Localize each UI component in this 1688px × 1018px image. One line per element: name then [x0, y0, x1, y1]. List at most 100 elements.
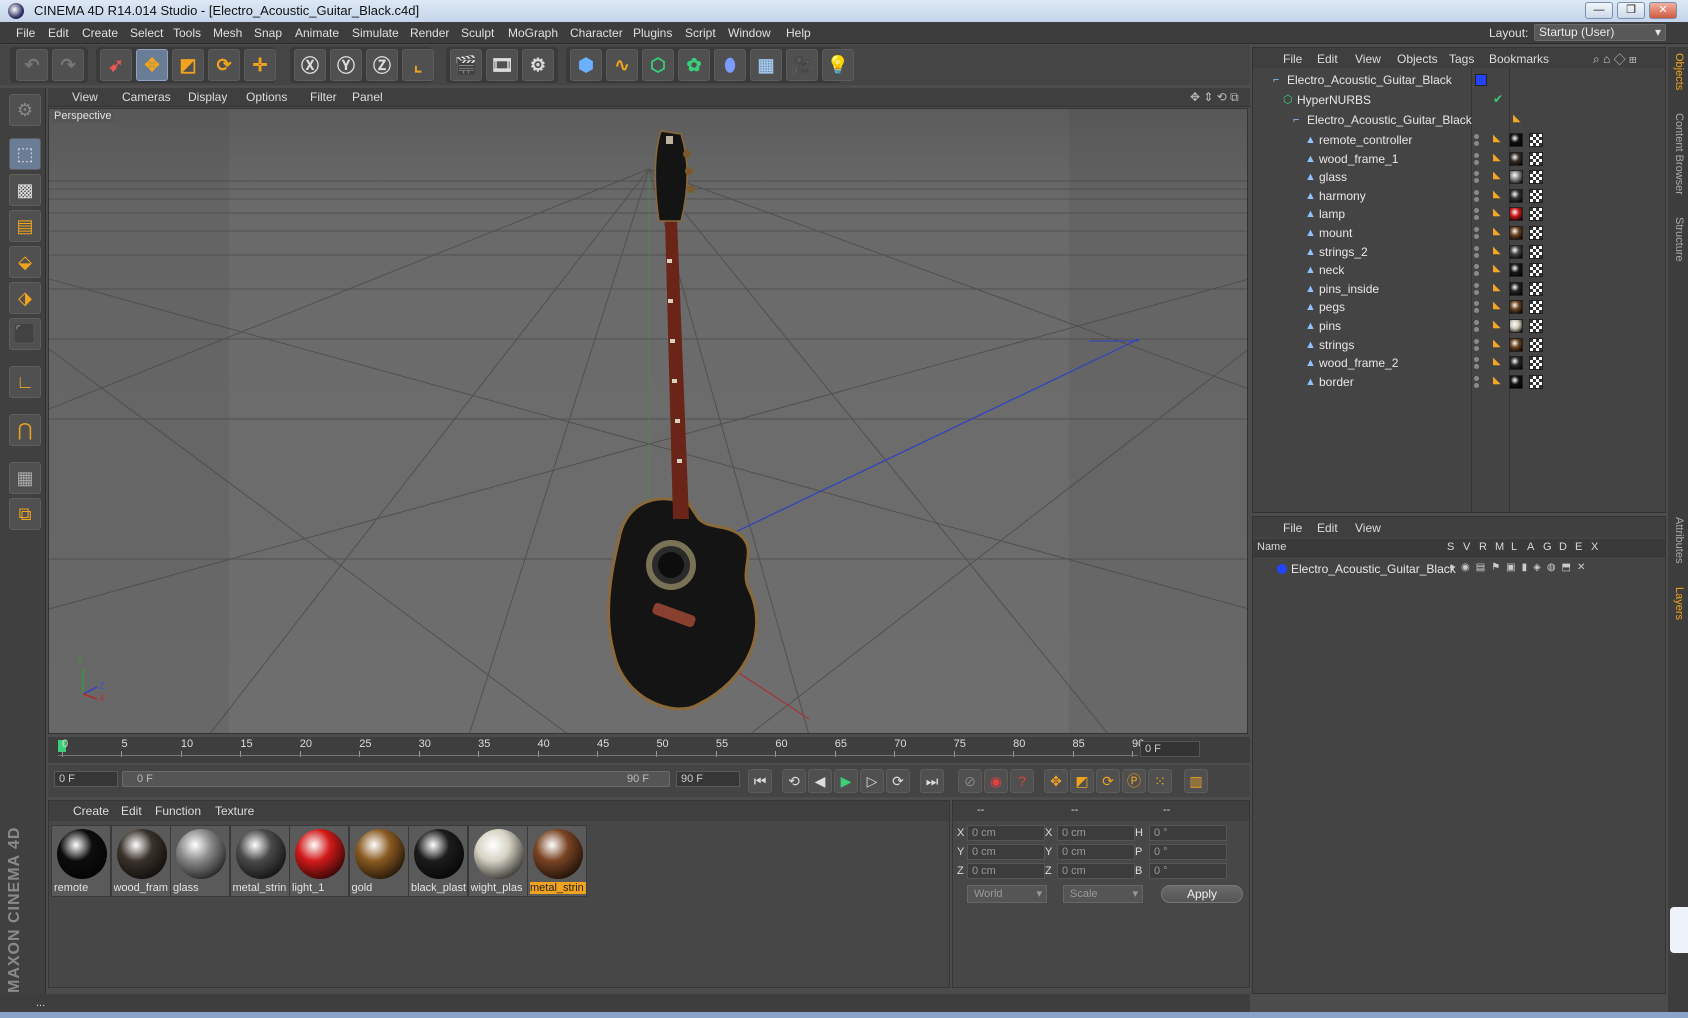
object-menu-objects[interactable]: Objects [1397, 52, 1438, 66]
visibility-dots[interactable] [1471, 281, 1483, 297]
material-tag-icon[interactable] [1509, 207, 1523, 222]
coord-value-field[interactable]: 0 cm [1057, 844, 1135, 860]
scale-tool-icon[interactable]: ◩ [172, 49, 204, 81]
sidetab-layers[interactable]: Layers [1673, 587, 1685, 620]
material-swatch[interactable]: black_plast [408, 825, 468, 897]
texture-tag-icon[interactable] [1529, 356, 1543, 371]
phong-tag-icon[interactable]: ◣ [1513, 114, 1523, 124]
record-keys-icon[interactable]: ⊘ [958, 769, 982, 793]
coord-value-field[interactable]: 0 cm [967, 844, 1045, 860]
object-row[interactable]: ▲ glass ◣ [1253, 167, 1665, 187]
menu-window[interactable]: Window [728, 26, 771, 40]
material-swatch[interactable]: wight_plas [467, 825, 528, 897]
visibility-dots[interactable] [1471, 225, 1483, 241]
visibility-dots[interactable] [1471, 318, 1483, 334]
close-button[interactable]: ✕ [1649, 2, 1677, 19]
object-row[interactable]: ▲ mount ◣ [1253, 223, 1665, 243]
polygons-mode-icon[interactable]: ⬛ [9, 318, 41, 350]
visibility-dots[interactable] [1471, 188, 1483, 204]
visibility-dots[interactable] [1471, 262, 1483, 278]
viewport-nav-icon[interactable]: ✥ ⇕ ⟲ ⧉ [1190, 90, 1239, 105]
material-menu-edit[interactable]: Edit [121, 804, 142, 818]
menu-script[interactable]: Script [685, 26, 716, 40]
nurbs-icon[interactable]: ⬡ [642, 49, 674, 81]
viewport-menu-display[interactable]: Display [188, 90, 227, 104]
rotate-tool-icon[interactable]: ⟳ [208, 49, 240, 81]
snap-icon[interactable]: ⧉ [9, 498, 41, 530]
maximize-button[interactable]: ❐ [1617, 2, 1645, 19]
layer-toggle-icons[interactable]: ●◉▤⚑▣▮◈◍⬒✕ [1449, 562, 1591, 573]
workplane-lock-icon[interactable]: ▦ [9, 462, 41, 494]
visibility-dots[interactable] [1471, 169, 1483, 185]
texture-tag-icon[interactable] [1529, 319, 1543, 333]
viewport-menu-cameras[interactable]: Cameras [122, 90, 171, 104]
material-swatch[interactable]: gold [348, 825, 409, 897]
menu-plugins[interactable]: Plugins [633, 26, 672, 40]
phong-tag-icon[interactable]: ◣ [1493, 208, 1503, 218]
object-row[interactable]: ▲ pins_inside ◣ [1253, 279, 1665, 299]
menu-animate[interactable]: Animate [295, 26, 339, 40]
render-view-icon[interactable]: 🎬 [450, 49, 482, 81]
key-scale-icon[interactable]: ◩ [1070, 769, 1094, 793]
texture-tag-icon[interactable] [1529, 170, 1543, 185]
texture-tag-icon[interactable] [1529, 133, 1543, 147]
redo-icon[interactable]: ↷ [52, 49, 84, 81]
x-axis-lock-icon[interactable]: Ⓧ [294, 49, 326, 81]
array-icon[interactable]: ✿ [678, 49, 710, 81]
coord-value-field[interactable]: 0 cm [1057, 863, 1135, 879]
texture-tag-icon[interactable] [1529, 188, 1543, 203]
chat-widget-icon[interactable] [1670, 907, 1688, 953]
material-tag-icon[interactable] [1509, 133, 1523, 147]
phong-tag-icon[interactable]: ◣ [1493, 264, 1503, 274]
material-swatch[interactable]: remote [51, 825, 111, 897]
phong-tag-icon[interactable]: ◣ [1493, 171, 1503, 181]
object-row[interactable]: ▲ pegs ◣ [1253, 297, 1665, 317]
layer-menu-file[interactable]: File [1283, 521, 1302, 535]
undo-icon[interactable]: ↶ [16, 49, 48, 81]
coordinate-system-icon[interactable]: ⌞ [402, 49, 434, 81]
texture-tag-icon[interactable] [1529, 300, 1543, 315]
material-tag-icon[interactable] [1509, 170, 1523, 185]
start-frame-field[interactable]: 0 F [54, 771, 118, 787]
texture-tag-icon[interactable] [1529, 151, 1543, 166]
workplane-mode-icon[interactable]: ▤ [9, 210, 41, 242]
key-pla-icon[interactable]: ⁙ [1148, 769, 1172, 793]
transform-tool-icon[interactable]: ✛ [244, 49, 276, 81]
menu-select[interactable]: Select [130, 26, 163, 40]
goto-end-icon[interactable]: ⏭ [920, 769, 944, 793]
deformer-icon[interactable]: ⬮ [714, 49, 746, 81]
object-row-group[interactable]: ⌐ Electro_Acoustic_Guitar_Black ◣ [1253, 110, 1665, 130]
next-key-icon[interactable]: ⟳ [886, 769, 910, 793]
phong-tag-icon[interactable]: ◣ [1493, 301, 1503, 311]
texture-mode-icon[interactable]: ▩ [9, 174, 41, 206]
object-row[interactable]: ▲ lamp ◣ [1253, 204, 1665, 224]
object-row[interactable]: ▲ strings_2 ◣ [1253, 242, 1665, 262]
search-icon[interactable]: ⌕ ⌂ ◇ ⊞ [1593, 52, 1637, 67]
viewport-menu-panel[interactable]: Panel [352, 90, 383, 104]
menu-sculpt[interactable]: Sculpt [461, 26, 494, 40]
preview-range-slider[interactable]: 0 F 90 F [122, 771, 670, 787]
points-mode-icon[interactable]: ⬙ [9, 246, 41, 278]
object-row[interactable]: ▲ wood_frame_1 ◣ [1253, 149, 1665, 169]
coord-scale-select[interactable]: Scale ▾ [1063, 885, 1143, 903]
viewport-perspective[interactable]: Perspective Y Z X [48, 108, 1248, 734]
texture-tag-icon[interactable] [1529, 263, 1543, 278]
material-swatch[interactable]: metal_strin [527, 825, 587, 897]
edges-mode-icon[interactable]: ⬗ [9, 282, 41, 314]
coord-value-field[interactable]: 0 ° [1149, 825, 1227, 841]
light-icon[interactable]: 💡 [822, 49, 854, 81]
viewport-menu-options[interactable]: Options [246, 90, 287, 104]
menu-mograph[interactable]: MoGraph [508, 26, 558, 40]
material-menu-create[interactable]: Create [73, 804, 109, 818]
phong-tag-icon[interactable]: ◣ [1493, 189, 1503, 200]
object-menu-tags[interactable]: Tags [1449, 52, 1474, 66]
render-settings-icon[interactable]: ⚙ [522, 49, 554, 81]
visibility-dots[interactable] [1471, 244, 1483, 260]
key-position-icon[interactable]: ✥ [1044, 769, 1068, 793]
live-selection-icon[interactable]: ➹ [100, 49, 132, 81]
coord-value-field[interactable]: 0 cm [967, 825, 1045, 841]
viewport-menu-view[interactable]: View [72, 90, 98, 104]
phong-tag-icon[interactable]: ◣ [1493, 134, 1503, 144]
menu-tools[interactable]: Tools [173, 26, 201, 40]
texture-tag-icon[interactable] [1529, 337, 1543, 352]
